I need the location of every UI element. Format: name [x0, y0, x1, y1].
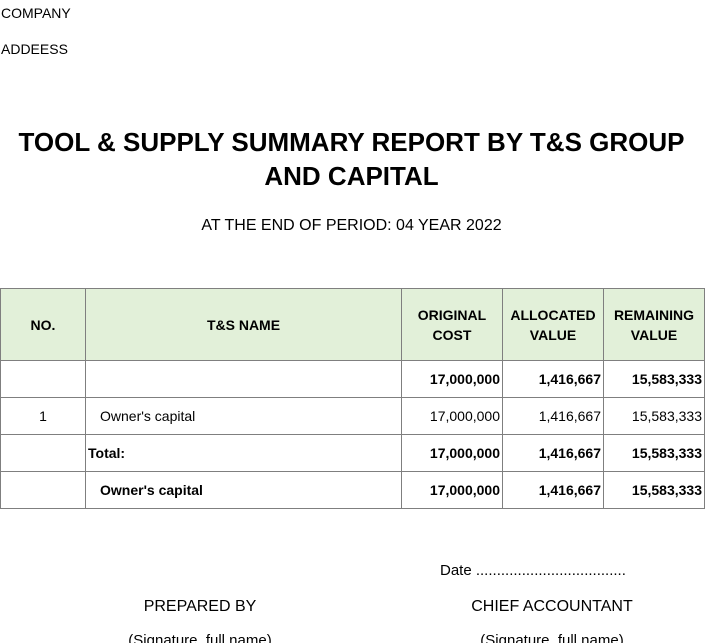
column-header-allocated-value: ALLOCATED VALUE [502, 288, 604, 361]
report-period: AT THE END OF PERIOD: 04 YEAR 2022 [201, 217, 502, 234]
signature-note-left: (Signature, full name) [128, 632, 272, 643]
cell-no [0, 360, 86, 398]
cell-remaining-value: 15,583,333 [603, 434, 705, 472]
cell-name: Owner's capital [85, 471, 402, 509]
company-name: COMPANY [1, 5, 71, 21]
table-row-total-detail: Owner's capital 17,000,000 1,416,667 15,… [0, 471, 705, 509]
cell-original-cost: 17,000,000 [401, 434, 503, 472]
cell-allocated-value: 1,416,667 [502, 397, 604, 435]
cell-original-cost: 17,000,000 [401, 360, 503, 398]
company-address: ADDEESS [1, 41, 68, 57]
table-row-total: Total: 17,000,000 1,416,667 15,583,333 [0, 434, 705, 472]
column-header-remaining-value: REMAINING VALUE [603, 288, 705, 361]
report-title: TOOL & SUPPLY SUMMARY REPORT BY T&S GROU… [18, 127, 685, 191]
column-header-no: NO. [0, 288, 86, 361]
signature-note-right: (Signature, full name) [480, 632, 624, 643]
cell-allocated-value: 1,416,667 [502, 360, 604, 398]
chief-accountant-label: CHIEF ACCOUNTANT [471, 598, 633, 615]
cell-no: 1 [0, 397, 86, 435]
column-header-name: T&S NAME [85, 288, 402, 361]
table-row-group-subtotal: 17,000,000 1,416,667 15,583,333 [0, 360, 705, 398]
date-line: Date ...................................… [440, 562, 626, 579]
column-header-original-cost: ORIGINAL COST [401, 288, 503, 361]
cell-remaining-value: 15,583,333 [603, 397, 705, 435]
cell-remaining-value: 15,583,333 [603, 360, 705, 398]
cell-no [0, 434, 86, 472]
cell-original-cost: 17,000,000 [401, 397, 503, 435]
cell-allocated-value: 1,416,667 [502, 471, 604, 509]
cell-allocated-value: 1,416,667 [502, 434, 604, 472]
report-page: COMPANY ADDEESS TOOL & SUPPLY SUMMARY RE… [0, 0, 721, 643]
cell-original-cost: 17,000,000 [401, 471, 503, 509]
cell-no [0, 471, 86, 509]
cell-remaining-value: 15,583,333 [603, 471, 705, 509]
cell-name [85, 360, 402, 398]
summary-table: NO. T&S NAME ORIGINAL COST ALLOCATED VAL… [0, 288, 705, 509]
cell-name: Total: [85, 434, 402, 472]
cell-name: Owner's capital [85, 397, 402, 435]
table-header-row: NO. T&S NAME ORIGINAL COST ALLOCATED VAL… [0, 288, 705, 361]
prepared-by-label: PREPARED BY [143, 598, 257, 615]
table-row-item: 1 Owner's capital 17,000,000 1,416,667 1… [0, 397, 705, 435]
